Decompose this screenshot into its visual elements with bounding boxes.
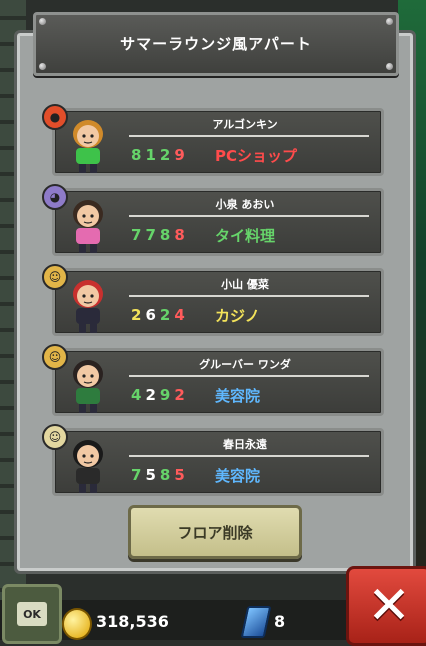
happy-face-icon: ☺ xyxy=(42,344,68,370)
code-digit: 8 xyxy=(159,226,175,244)
code-digit: 5 xyxy=(174,466,189,484)
divider-line xyxy=(129,455,369,457)
resident-code: 2624 xyxy=(131,306,189,324)
resident-avatar xyxy=(66,114,110,174)
sad-face-icon: ◕ xyxy=(42,184,68,210)
code-digit: 9 xyxy=(159,386,175,404)
code-digit: 7 xyxy=(131,466,146,484)
neutral-face-icon: ☺ xyxy=(42,424,68,450)
code-digit: 4 xyxy=(131,386,146,404)
code-digit: 2 xyxy=(145,386,160,404)
happy-face-icon: ☺ xyxy=(42,264,68,290)
store-name: 美容院 xyxy=(215,387,261,405)
angry-face-icon: ● xyxy=(42,104,68,130)
store-name: 美容院 xyxy=(215,467,261,485)
title-plate: サマーラウンジ風アパート xyxy=(33,12,399,76)
code-digit: 8 xyxy=(159,466,175,484)
resident-avatar xyxy=(66,434,110,494)
close-button[interactable]: ✕ xyxy=(346,566,426,646)
code-digit: 7 xyxy=(145,226,160,244)
code-digit: 2 xyxy=(174,386,189,404)
resident-avatar xyxy=(66,194,110,254)
store-name: タイ料理 xyxy=(215,227,276,245)
rivet-icon xyxy=(39,63,46,70)
resident-code: 7788 xyxy=(131,226,189,244)
divider-line xyxy=(129,295,369,297)
resident-name: グルーバー ワンダ xyxy=(199,358,291,371)
code-digit: 8 xyxy=(131,146,146,164)
delete-floor-button[interactable]: フロア削除 xyxy=(128,505,302,559)
resident-name: 小泉 あおい xyxy=(215,198,275,211)
coin-icon xyxy=(62,608,92,640)
store-name: カジノ xyxy=(215,307,260,325)
rivet-icon xyxy=(39,18,46,25)
gem-count: 8 xyxy=(274,612,286,631)
divider-line xyxy=(129,215,369,217)
resident-name: 小山 優菜 xyxy=(221,278,269,291)
code-digit: 4 xyxy=(174,306,189,324)
code-digit: 6 xyxy=(145,306,160,324)
page-title: サマーラウンジ風アパート xyxy=(120,35,312,53)
resident-avatar xyxy=(66,354,110,414)
divider-line xyxy=(129,135,369,137)
code-digit: 8 xyxy=(174,226,189,244)
code-digit: 1 xyxy=(145,146,160,164)
resident-name: アルゴンキン xyxy=(212,118,278,131)
divider-line xyxy=(129,375,369,377)
resident-code: 4292 xyxy=(131,386,189,404)
ok-button[interactable]: OK xyxy=(2,584,62,644)
code-digit: 7 xyxy=(131,226,146,244)
resident-name: 春日永遠 xyxy=(223,438,267,451)
rivet-icon xyxy=(386,63,393,70)
resident-code: 7585 xyxy=(131,466,189,484)
store-name: PCショップ xyxy=(215,147,298,165)
coin-count: 318,536 xyxy=(96,612,169,631)
rivet-icon xyxy=(386,18,393,25)
code-digit: 2 xyxy=(159,306,175,324)
resident-avatar xyxy=(66,274,110,334)
resident-code: 8129 xyxy=(131,146,189,164)
code-digit: 9 xyxy=(174,146,189,164)
code-digit: 2 xyxy=(131,306,146,324)
ok-label: OK xyxy=(17,602,47,626)
code-digit: 2 xyxy=(159,146,175,164)
code-digit: 5 xyxy=(145,466,160,484)
